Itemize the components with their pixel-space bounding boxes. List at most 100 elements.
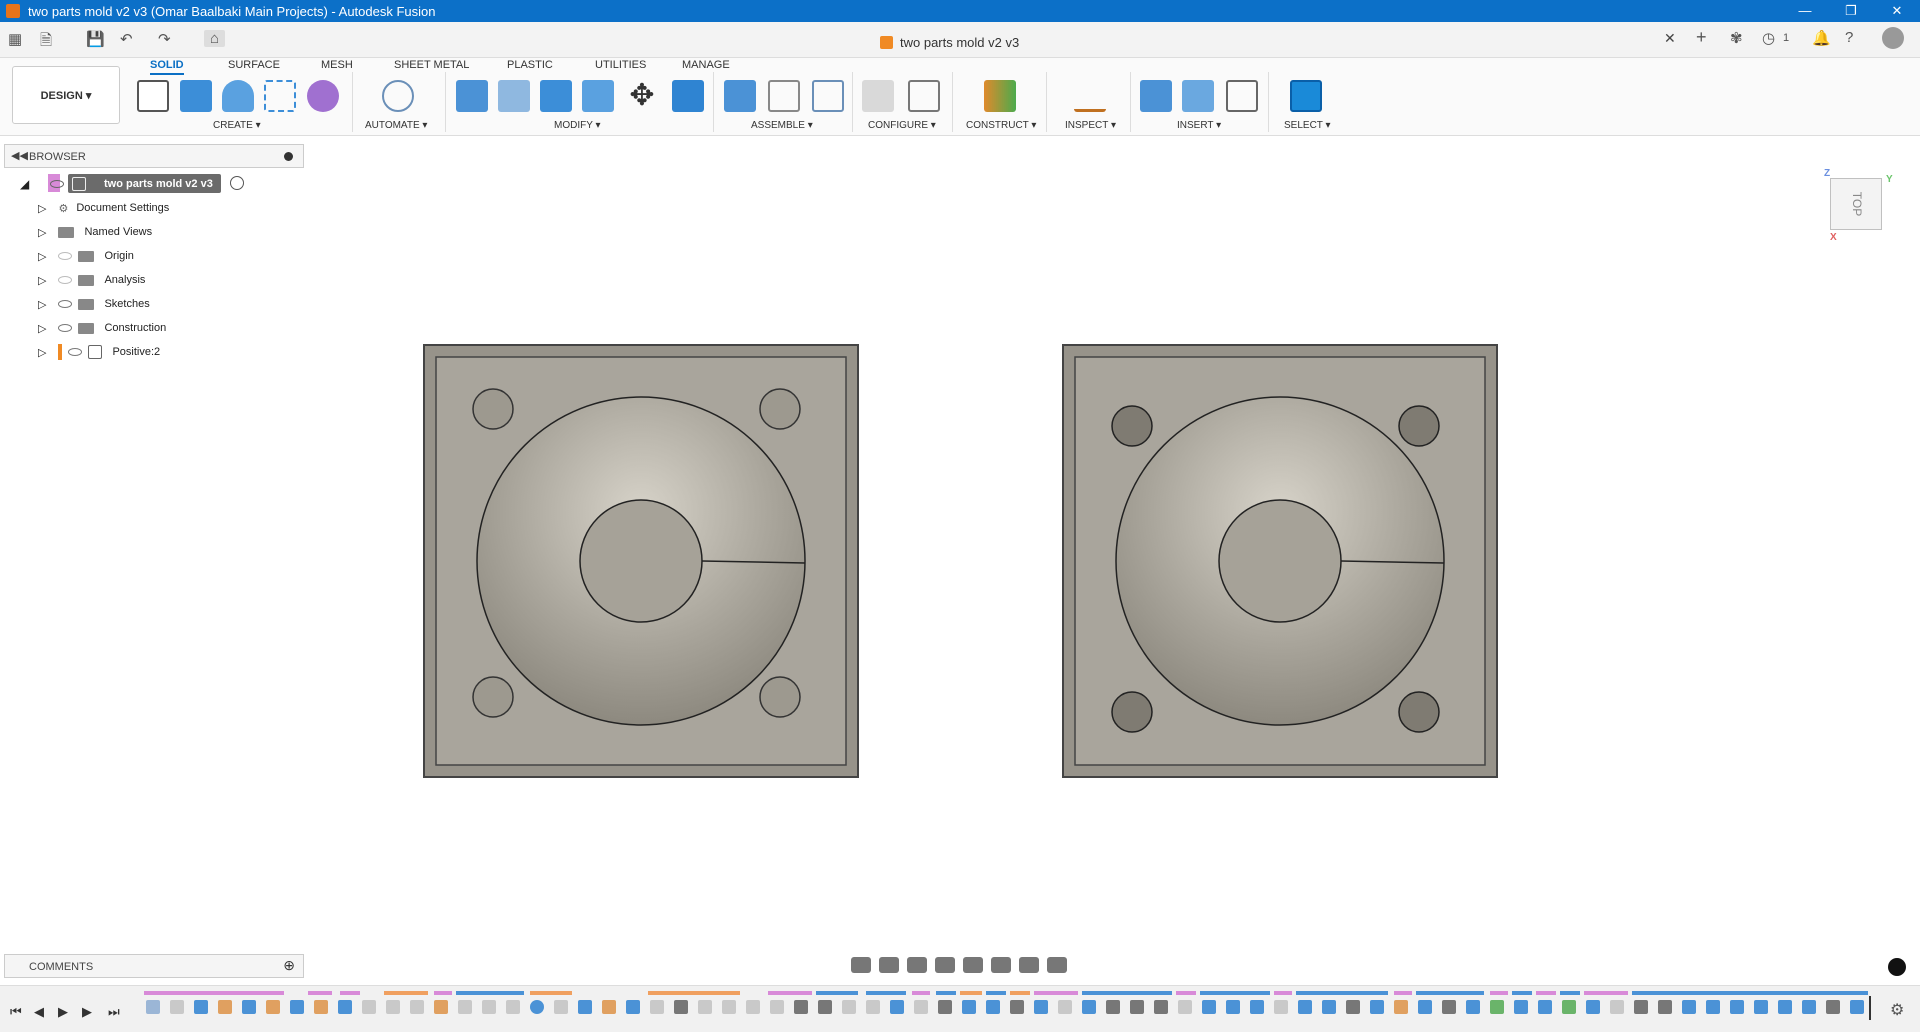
grid-settings-icon[interactable] bbox=[1019, 957, 1039, 973]
move-icon[interactable]: ✥ bbox=[626, 80, 658, 112]
tab-manage[interactable]: MANAGE bbox=[682, 59, 730, 71]
insert-image-icon[interactable] bbox=[1140, 80, 1172, 112]
close-tab-icon[interactable]: ✕ bbox=[1664, 30, 1682, 52]
expand-arrow-icon[interactable]: ▷ bbox=[38, 322, 46, 335]
visibility-eye-icon[interactable] bbox=[58, 252, 73, 260]
expand-arrow-icon[interactable]: ▷ bbox=[38, 202, 46, 215]
press-pull-icon[interactable] bbox=[456, 80, 488, 112]
step-back-icon[interactable]: ◀ bbox=[34, 1004, 44, 1020]
new-tab-icon[interactable]: + bbox=[1696, 27, 1707, 48]
browser-node-positive[interactable]: ▷ Positive:2 bbox=[38, 342, 160, 362]
step-forward-icon[interactable]: ▶ bbox=[82, 1004, 92, 1020]
close-icon[interactable]: ✕ bbox=[1874, 0, 1920, 22]
home-icon[interactable]: ⌂ bbox=[204, 30, 226, 47]
text-commands-icon[interactable] bbox=[1888, 958, 1906, 976]
help-icon[interactable]: ? bbox=[1845, 29, 1853, 46]
mold-part-left[interactable] bbox=[423, 344, 859, 778]
fit-icon[interactable] bbox=[963, 957, 983, 973]
view-cube[interactable]: TOP bbox=[1830, 178, 1882, 230]
tab-solid[interactable]: SOLID bbox=[150, 59, 184, 75]
collapse-browser-icon[interactable]: ◀◀ bbox=[11, 149, 28, 162]
browser-node-analysis[interactable]: ▷ Analysis bbox=[38, 270, 145, 290]
browser-node-sketches[interactable]: ▷ Sketches bbox=[38, 294, 150, 314]
extrude-icon[interactable] bbox=[180, 80, 212, 112]
activate-radio-icon[interactable] bbox=[230, 176, 244, 190]
file-icon[interactable]: 🗎 bbox=[40, 30, 52, 55]
assembly-table-icon[interactable] bbox=[812, 80, 844, 112]
select-icon[interactable] bbox=[1290, 80, 1322, 112]
viewports-icon[interactable] bbox=[1047, 957, 1067, 973]
tab-surface[interactable]: SURFACE bbox=[228, 59, 280, 71]
group-inspect[interactable]: INSPECT ▾ bbox=[1065, 120, 1116, 131]
timeline-settings-gear-icon[interactable]: ⚙ bbox=[1890, 1000, 1904, 1020]
offset-face-icon[interactable] bbox=[582, 80, 614, 112]
group-modify[interactable]: MODIFY ▾ bbox=[554, 120, 601, 131]
group-insert[interactable]: INSERT ▾ bbox=[1177, 120, 1221, 131]
group-select[interactable]: SELECT ▾ bbox=[1284, 120, 1331, 131]
insert-canvas-icon[interactable] bbox=[1182, 80, 1214, 112]
group-configure[interactable]: CONFIGURE ▾ bbox=[868, 120, 936, 131]
form-icon[interactable] bbox=[307, 80, 339, 112]
insert-mesh-icon[interactable] bbox=[1226, 80, 1258, 112]
mold-part-right[interactable] bbox=[1062, 344, 1498, 778]
timeline-features[interactable] bbox=[0, 986, 1920, 1033]
expand-arrow-icon[interactable]: ▷ bbox=[38, 274, 46, 287]
combine-icon[interactable] bbox=[540, 80, 572, 112]
workspace-switcher[interactable]: DESIGN ▾ bbox=[12, 66, 120, 124]
browser-node-origin[interactable]: ▷ Origin bbox=[38, 246, 134, 266]
configuration-table-icon[interactable] bbox=[908, 80, 940, 112]
expand-arrow-icon[interactable]: ▷ bbox=[38, 298, 46, 311]
browser-node-construction[interactable]: ▷ Construction bbox=[38, 318, 166, 338]
group-automate[interactable]: AUTOMATE ▾ bbox=[365, 120, 427, 131]
app-grid-icon[interactable]: ▦ bbox=[8, 30, 22, 48]
play-icon[interactable]: ▶ bbox=[58, 1004, 68, 1020]
tab-utilities[interactable]: UTILITIES bbox=[595, 59, 646, 71]
tab-mesh[interactable]: MESH bbox=[321, 59, 353, 71]
orbit-icon[interactable] bbox=[851, 957, 871, 973]
configure-icon[interactable] bbox=[862, 80, 894, 112]
root-collapse-icon[interactable]: ◢ bbox=[20, 174, 29, 194]
group-construct[interactable]: CONSTRUCT ▾ bbox=[966, 120, 1036, 131]
browser-node-named-views[interactable]: ▷ Named Views bbox=[38, 222, 152, 242]
visibility-eye-icon[interactable] bbox=[50, 179, 64, 188]
joint-icon[interactable] bbox=[768, 80, 800, 112]
pan-icon[interactable] bbox=[907, 957, 927, 973]
minimize-icon[interactable]: — bbox=[1782, 0, 1828, 22]
visibility-eye-icon[interactable] bbox=[58, 300, 73, 308]
display-settings-icon[interactable] bbox=[991, 957, 1011, 973]
group-assemble[interactable]: ASSEMBLE ▾ bbox=[751, 120, 813, 131]
browser-node-document-settings[interactable]: ▷ ⚙ Document Settings bbox=[38, 198, 169, 218]
scale-icon[interactable] bbox=[672, 80, 704, 112]
automate-icon[interactable] bbox=[382, 80, 414, 112]
browser-root[interactable]: two parts mold v2 v3 bbox=[50, 174, 221, 193]
tab-plastic[interactable]: PLASTIC bbox=[507, 59, 553, 71]
add-comment-icon[interactable]: ⊕ bbox=[283, 957, 295, 974]
expand-arrow-icon[interactable]: ▷ bbox=[38, 346, 46, 359]
visibility-eye-icon[interactable] bbox=[58, 276, 73, 284]
revolve-icon[interactable] bbox=[222, 80, 254, 112]
group-create[interactable]: CREATE ▾ bbox=[213, 120, 261, 131]
expand-arrow-icon[interactable]: ▷ bbox=[38, 226, 46, 239]
expand-arrow-icon[interactable]: ▷ bbox=[38, 250, 46, 263]
save-icon[interactable]: 💾 bbox=[86, 30, 105, 48]
redo-icon[interactable]: ↷ bbox=[158, 30, 171, 48]
offset-plane-icon[interactable] bbox=[984, 80, 1016, 112]
avatar[interactable] bbox=[1882, 27, 1904, 49]
visibility-eye-icon[interactable] bbox=[68, 348, 83, 356]
visibility-eye-icon[interactable] bbox=[58, 324, 73, 332]
browser-panel-header[interactable]: ◀◀ BROWSER bbox=[4, 144, 304, 168]
document-tab[interactable]: two parts mold v2 v3 bbox=[880, 27, 1019, 57]
tab-sheet-metal[interactable]: SHEET METAL bbox=[394, 59, 469, 71]
undo-icon[interactable]: ↶ bbox=[120, 30, 133, 48]
restore-icon[interactable]: ❐ bbox=[1828, 0, 1874, 22]
go-to-start-icon[interactable]: ⏮ bbox=[10, 1004, 22, 1020]
notifications-icon[interactable]: 🔔 bbox=[1812, 29, 1831, 47]
pin-icon[interactable] bbox=[284, 152, 293, 161]
create-sketch-icon[interactable] bbox=[137, 80, 169, 112]
go-to-end-icon[interactable]: ⏭ bbox=[108, 1004, 120, 1020]
measure-icon[interactable] bbox=[1074, 80, 1106, 112]
new-component-icon[interactable] bbox=[724, 80, 756, 112]
look-at-icon[interactable] bbox=[879, 957, 899, 973]
zoom-icon[interactable] bbox=[935, 957, 955, 973]
pattern-icon[interactable] bbox=[264, 80, 296, 112]
